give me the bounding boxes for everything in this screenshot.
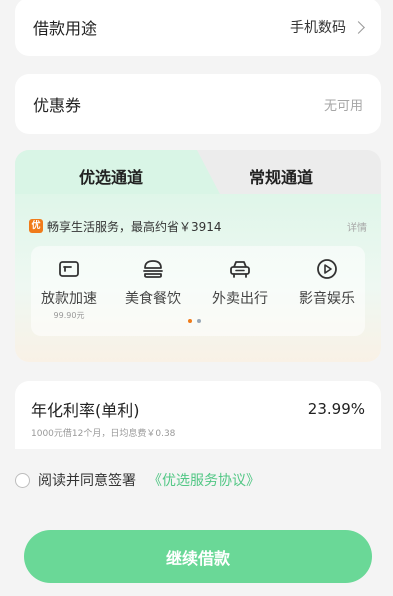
service-price: 99.90元 bbox=[53, 311, 85, 320]
play-icon bbox=[285, 256, 369, 282]
service-item[interactable]: 影音娱乐 bbox=[285, 256, 369, 308]
coupon-value: 无可用 bbox=[323, 98, 363, 114]
pager-dots bbox=[188, 319, 201, 323]
coupon-row[interactable]: 优惠券 无可用 bbox=[15, 74, 381, 134]
rate-subtext: 1000元借12个月，日均息费￥0.38 bbox=[31, 429, 176, 439]
agreement-row: 阅读并同意签署 《优选服务协议》 bbox=[15, 470, 260, 490]
rate-row: 年化利率(单利) 23.99% bbox=[31, 397, 365, 421]
tab-preferred-label[interactable]: 优选通道 bbox=[79, 164, 143, 188]
loan-purpose-label: 借款用途 bbox=[33, 19, 98, 38]
rate-card: 年化利率(单利) 23.99% 1000元借12个月，日均息费￥0.38 bbox=[15, 381, 381, 449]
burger-icon bbox=[111, 256, 195, 282]
service-label: 影音娱乐 bbox=[299, 291, 355, 307]
agreement-checkbox[interactable] bbox=[15, 472, 30, 488]
car-icon bbox=[198, 256, 282, 282]
coupon-label: 优惠券 bbox=[33, 96, 82, 115]
service-item[interactable]: 美食餐饮 bbox=[111, 256, 195, 308]
service-item[interactable]: 外卖出行 bbox=[198, 256, 282, 308]
service-item[interactable]: 放款加速 99.90元 bbox=[27, 256, 111, 321]
promo-badge: 优 bbox=[29, 219, 43, 233]
pager-dot bbox=[197, 319, 201, 323]
promo-details-link[interactable]: 详情 bbox=[347, 219, 367, 234]
loan-purpose-row[interactable]: 借款用途 手机数码 bbox=[15, 0, 381, 56]
service-label: 美食餐饮 bbox=[125, 291, 181, 307]
loan-purpose-value[interactable]: 手机数码 bbox=[290, 17, 365, 37]
promo-info: 优 畅享生活服务，最高约省￥3914 bbox=[29, 218, 222, 235]
channel-card: 优选通道 常规通道 优 畅享生活服务，最高约省￥3914 详情 放款加速 99.… bbox=[15, 150, 381, 362]
pager-dot-active bbox=[188, 319, 192, 323]
rate-value: 23.99% bbox=[307, 400, 365, 418]
loan-purpose-text: 手机数码 bbox=[290, 20, 346, 36]
agreement-link[interactable]: 《优选服务协议》 bbox=[148, 470, 260, 490]
service-label: 外卖出行 bbox=[212, 291, 268, 307]
continue-loan-button[interactable]: 继续借款 bbox=[24, 530, 372, 583]
agreement-text: 阅读并同意签署 bbox=[38, 473, 136, 489]
rate-label: 年化利率(单利) bbox=[31, 401, 140, 420]
promo-bar: 优 畅享生活服务，最高约省￥3914 详情 bbox=[29, 217, 367, 235]
tab-regular-label[interactable]: 常规通道 bbox=[249, 164, 313, 188]
chevron-right-icon bbox=[352, 20, 365, 34]
service-label: 放款加速 bbox=[41, 291, 97, 307]
wallet-icon bbox=[27, 256, 111, 282]
promo-text: 畅享生活服务，最高约省￥3914 bbox=[47, 219, 222, 234]
